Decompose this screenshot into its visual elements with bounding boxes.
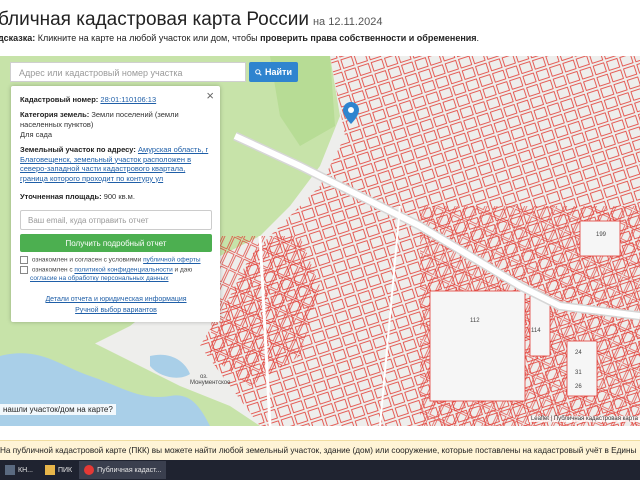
find-button[interactable]: Найти [249, 62, 298, 82]
privacy-consent-row: ознакомлен с политикой конфиденциальност… [20, 266, 214, 275]
address-row: Земельный участок по адресу: Амурская об… [20, 145, 214, 183]
hint-text: Кликните на карте на любой участок или д… [37, 33, 258, 43]
offer-checkbox[interactable] [20, 256, 28, 264]
map-label-24: 24 [575, 350, 582, 356]
window-icon [5, 465, 15, 475]
parcel-info-panel: × Кадастровый номер: 28:01:110106:13 Кат… [11, 86, 220, 322]
address-label: Земельный участок по адресу: [20, 145, 136, 154]
map-attribution: Leaflet | Публичная кадастровая карта [528, 416, 640, 422]
taskbar: КН... ПИК Публичная кадаст... [0, 460, 640, 480]
map-label-31: 31 [575, 370, 582, 376]
cadastral-label: Кадастровый номер: [20, 95, 99, 104]
get-report-button[interactable]: Получить подробный отчет [20, 234, 212, 252]
search-icon [255, 68, 262, 76]
manual-selection-link[interactable]: Ручной выбор вариантов [20, 307, 212, 314]
taskbar-item-3[interactable]: Публичная кадаст... [79, 461, 167, 479]
taskbar-label-3: Публичная кадаст... [97, 466, 162, 474]
hint-line: дсказка: Кликните на карте на любой учас… [0, 33, 479, 43]
hint-end: . [476, 33, 480, 43]
find-button-label: Найти [265, 67, 292, 77]
map-label-lake-prefix: оз. [200, 374, 208, 380]
area-row: Уточненная площадь: 900 кв.м. [20, 192, 214, 202]
offer-link[interactable]: публичной оферты [143, 257, 200, 264]
details-link[interactable]: Детали отчета и юридическая информация [20, 296, 212, 303]
search-field[interactable] [10, 62, 246, 82]
map-label-26: 26 [575, 384, 582, 390]
privacy-link[interactable]: политикой конфиденциальности [74, 267, 172, 274]
hint-label: дсказка: [0, 33, 36, 43]
search-input[interactable] [11, 64, 245, 82]
folder-icon [44, 465, 55, 475]
offer-consent-row: ознакомлен и согласен с условиями публич… [20, 256, 214, 265]
page-title: бличная кадастровая карта России на 12.11… [0, 9, 382, 31]
area-label: Уточненная площадь: [20, 192, 102, 201]
offer-prefix: ознакомлен и согласен с условиями [31, 256, 142, 264]
usage-row: Для сада [20, 130, 53, 139]
taskbar-item-1[interactable]: КН... [0, 461, 38, 479]
consent-link-row: согласие на обработку персональных данны… [20, 275, 224, 283]
cadastral-number-link[interactable]: 28:01:110106:13 [100, 95, 156, 104]
category-label: Категория земель: [20, 110, 90, 119]
cadastral-row: Кадастровый номер: 28:01:110106:13 [20, 95, 214, 105]
map-label-114: 114 [531, 328, 541, 334]
notice-bar: На публичной кадастровой карте (ПКК) вы … [0, 440, 640, 460]
map-label-199: 199 [596, 232, 607, 238]
privacy-prefix: ознакомлен с [31, 266, 73, 274]
consent-link[interactable]: согласие на обработку персональных данны… [30, 275, 169, 282]
hint-bold: проверить права собственности и обремене… [260, 33, 477, 43]
taskbar-item-2[interactable]: ПИК [40, 461, 77, 479]
privacy-checkbox[interactable] [20, 266, 28, 274]
privacy-suffix: и даю [174, 266, 193, 274]
location-pin-icon[interactable] [342, 102, 360, 128]
page-title-text: бличная кадастровая карта России [0, 9, 309, 30]
not-my-area-prompt[interactable]: нашли участок/дом на карте? [0, 404, 116, 415]
map-label-lake: Монументское [190, 380, 231, 386]
map-label-112: 112 [470, 318, 480, 324]
area-value: 900 кв.м. [103, 192, 135, 201]
email-input[interactable] [20, 210, 212, 230]
taskbar-label-2: ПИК [57, 466, 73, 474]
title-date: на 12.11.2024 [312, 16, 383, 28]
browser-icon [84, 465, 95, 475]
category-row: Категория земель: Земли поселений (земли… [20, 110, 214, 129]
page-header: бличная кадастровая карта России на 12.11… [0, 0, 640, 55]
taskbar-label-1: КН... [18, 466, 33, 474]
